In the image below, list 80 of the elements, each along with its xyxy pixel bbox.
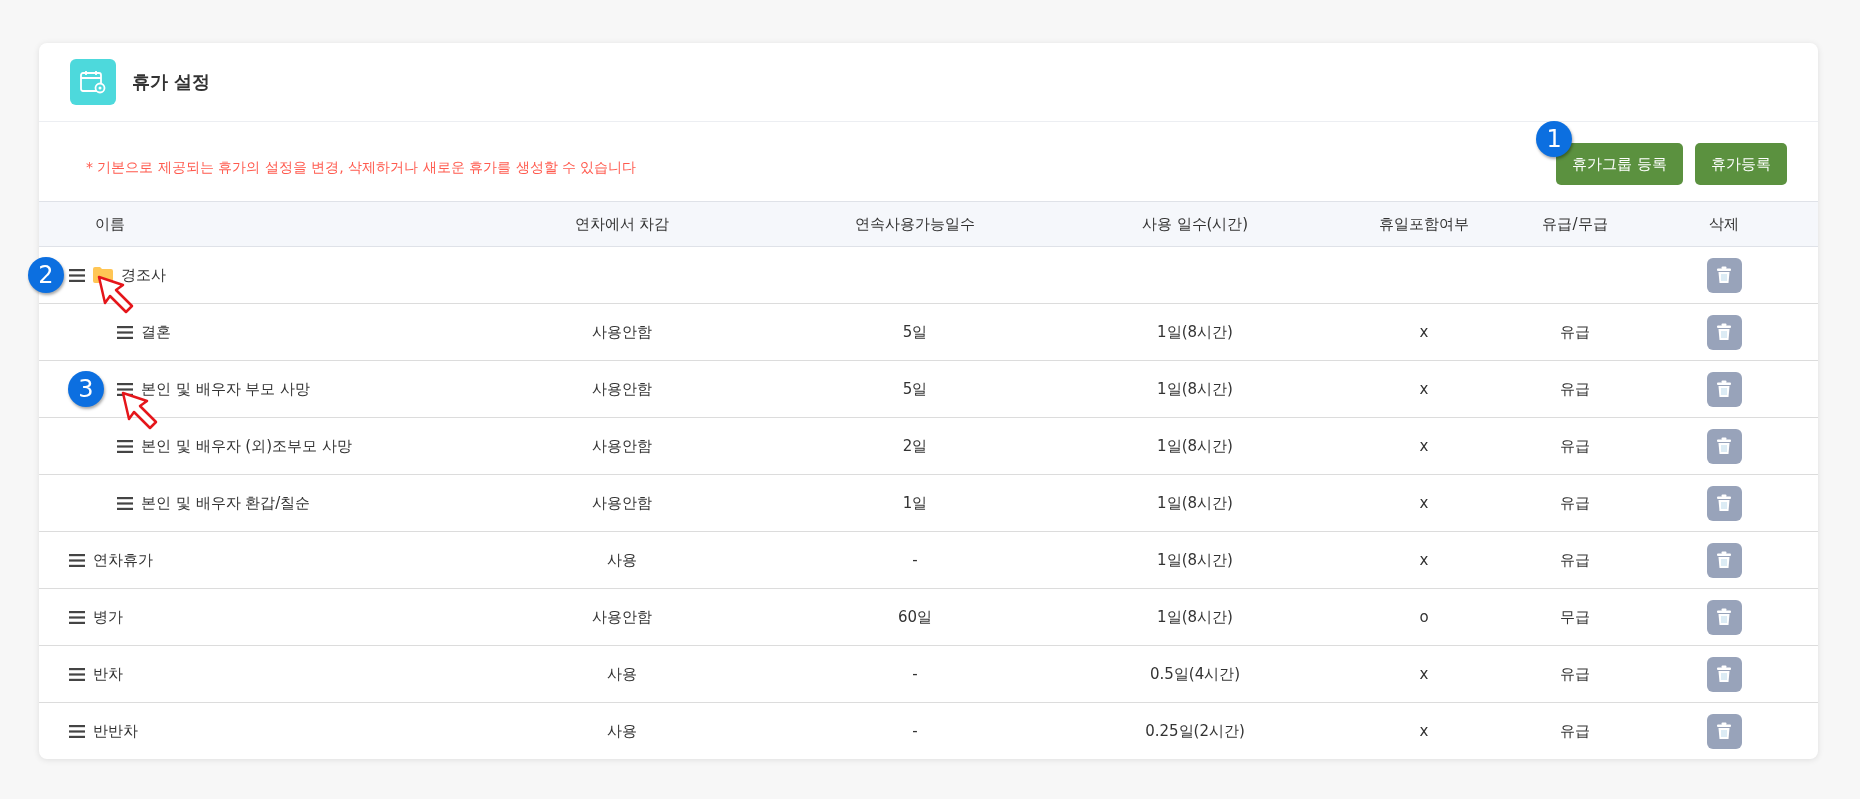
row-name: 결혼 [141, 322, 171, 342]
usage-days-cell-text: 1일(8시간) [1156, 607, 1234, 627]
drag-handle-icon[interactable] [69, 667, 85, 681]
column-header: 휴일포함여부 [1378, 214, 1470, 234]
trash-icon [1716, 380, 1732, 398]
consecutive-days-cell-text: 1일 [901, 493, 929, 513]
drag-handle-icon[interactable] [69, 610, 85, 624]
holiday-cell-text: x [1418, 380, 1430, 398]
drag-handle-icon[interactable] [69, 268, 85, 282]
holiday-cell-text: o [1418, 608, 1430, 626]
paid-cell-text: 유급 [1559, 721, 1591, 741]
deduct-cell-text: 사용안함 [591, 607, 653, 627]
row-name: 반반차 [93, 721, 138, 741]
holiday-cell-text: x [1418, 494, 1430, 512]
row-name: 병가 [93, 607, 123, 627]
deduct-cell-text: 사용안함 [591, 322, 653, 342]
column-header: 삭제 [1708, 214, 1740, 234]
column-header: 사용 일수(시간) [1140, 214, 1250, 234]
drag-handle-icon[interactable] [117, 325, 133, 339]
row-name: 본인 및 배우자 (외)조부모 사망 [141, 436, 352, 456]
column-header: 이름 [94, 214, 126, 234]
trash-icon [1716, 494, 1732, 512]
usage-days-cell-text: 0.25일(2시간) [1144, 721, 1246, 741]
deduct-cell-text: 사용 [606, 721, 638, 741]
deduct-cell-text: 사용안함 [591, 436, 653, 456]
calendar-gear-icon [70, 59, 116, 105]
consecutive-days-cell-text: - [911, 722, 919, 740]
consecutive-days-cell-text: 5일 [901, 379, 929, 399]
paid-cell-text: 유급 [1559, 436, 1591, 456]
consecutive-days-cell-text: - [911, 665, 919, 683]
deduct-cell-text: 사용 [606, 550, 638, 570]
column-header: 연속사용가능일수 [854, 214, 976, 234]
deduct-cell-text: 사용안함 [591, 493, 653, 513]
holiday-cell-text: x [1418, 323, 1430, 341]
row-name: 경조사 [121, 265, 166, 285]
row-name: 반차 [93, 664, 123, 684]
row-name: 본인 및 배우자 환갑/칠순 [141, 493, 311, 513]
paid-cell-text: 유급 [1559, 379, 1591, 399]
holiday-cell-text: x [1418, 437, 1430, 455]
holiday-cell-text: x [1418, 551, 1430, 569]
usage-days-cell-text: 1일(8시간) [1156, 322, 1234, 342]
deduct-cell-text: 사용 [606, 664, 638, 684]
callout-badge: 2 [28, 257, 64, 293]
callout-badge: 3 [68, 371, 104, 407]
trash-icon [1716, 266, 1732, 284]
drag-handle-icon[interactable] [117, 439, 133, 453]
row-name: 연차휴가 [93, 550, 153, 570]
holiday-cell-text: x [1418, 722, 1430, 740]
notice-text: * 기본으로 제공되는 휴가의 설정을 변경, 삭제하거나 새로운 휴가를 생성할 수 있습니다 [86, 159, 637, 177]
trash-icon [1716, 665, 1732, 683]
holiday-cell-text: x [1418, 665, 1430, 683]
drag-handle-icon[interactable] [117, 496, 133, 510]
consecutive-days-cell-text: 2일 [901, 436, 929, 456]
drag-handle-icon[interactable] [69, 553, 85, 567]
paid-cell-text: 유급 [1559, 322, 1591, 342]
consecutive-days-cell-text: - [911, 551, 919, 569]
register-button[interactable]: 휴가등록 [1695, 143, 1787, 185]
callout-badge: 1 [1536, 121, 1573, 157]
trash-icon [1716, 437, 1732, 455]
consecutive-days-cell-text: 60일 [896, 607, 934, 627]
drag-handle-icon[interactable] [69, 724, 85, 738]
row-name: 본인 및 배우자 부모 사망 [141, 379, 311, 399]
panel-title: 휴가 설정 [132, 70, 211, 94]
usage-days-cell-text: 1일(8시간) [1156, 493, 1234, 513]
trash-icon [1716, 722, 1732, 740]
column-header: 연차에서 차감 [573, 214, 671, 234]
column-header: 유급/무급 [1541, 214, 1609, 234]
paid-cell-text: 유급 [1559, 664, 1591, 684]
trash-icon [1716, 551, 1732, 569]
consecutive-days-cell-text: 5일 [901, 322, 929, 342]
usage-days-cell-text: 1일(8시간) [1156, 379, 1234, 399]
paid-cell-text: 무급 [1559, 607, 1591, 627]
usage-days-cell-text: 1일(8시간) [1156, 436, 1234, 456]
deduct-cell-text: 사용안함 [591, 379, 653, 399]
trash-icon [1716, 323, 1732, 341]
paid-cell-text: 유급 [1559, 550, 1591, 570]
usage-days-cell-text: 1일(8시간) [1156, 550, 1234, 570]
paid-cell-text: 유급 [1559, 493, 1591, 513]
usage-days-cell-text: 0.5일(4시간) [1148, 664, 1242, 684]
trash-icon [1716, 608, 1732, 626]
